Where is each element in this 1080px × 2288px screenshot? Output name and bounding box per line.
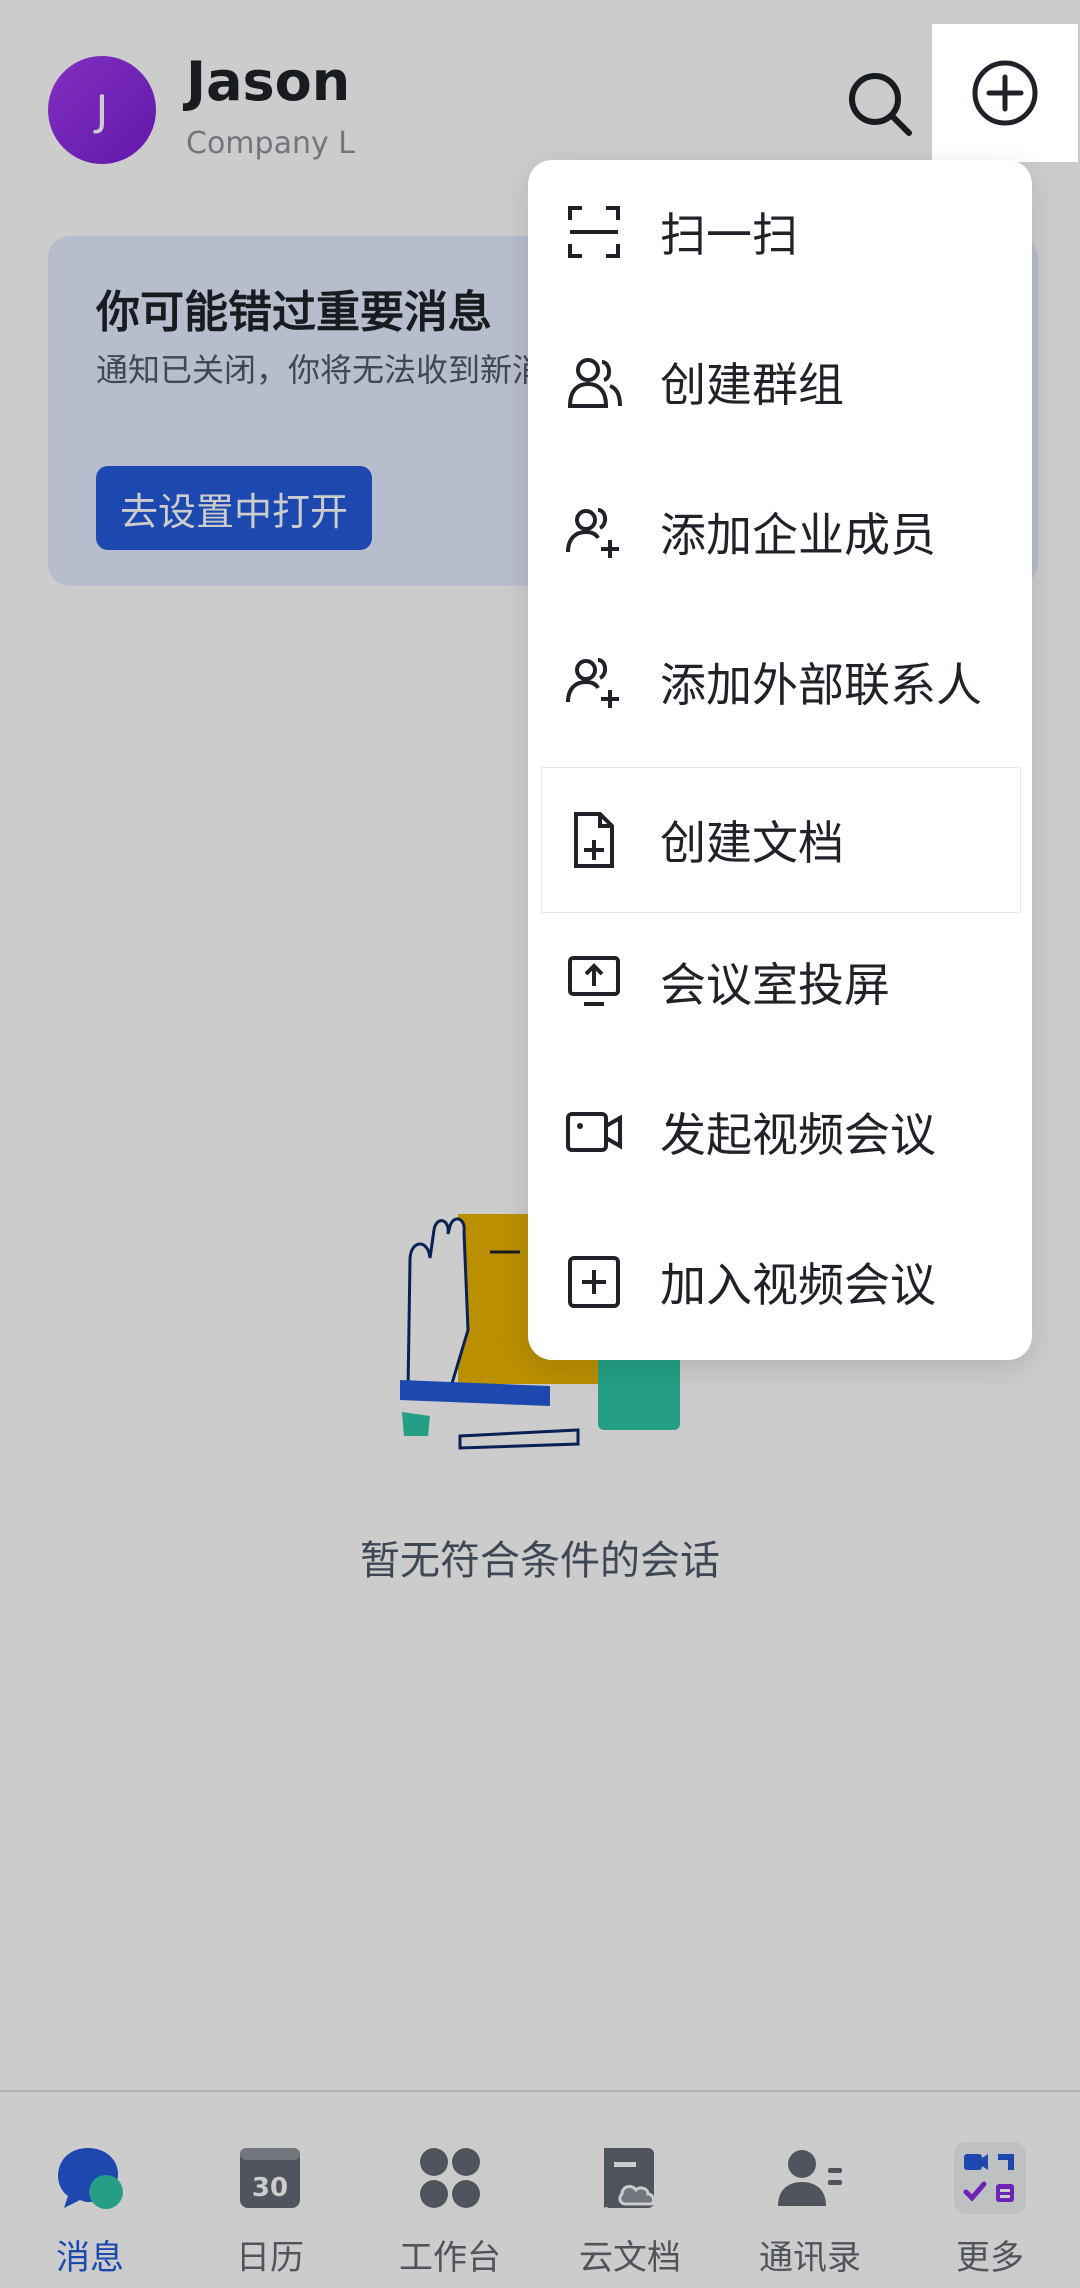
menu-item-label: 添加企业成员	[660, 508, 936, 562]
menu-item-scan[interactable]: 扫一扫	[528, 160, 1032, 304]
menu-item-add-members[interactable]: 添加企业成员	[528, 460, 1032, 604]
join-meeting-icon	[568, 1256, 620, 1308]
menu-item-label: 扫一扫	[660, 208, 798, 262]
group-icon	[567, 358, 622, 408]
messages-page: J Jason Company L 你可能错过重要消息 通知已关闭，你将无法收到…	[0, 0, 1080, 2288]
menu-item-create-document[interactable]: 创建文档	[542, 768, 1020, 912]
menu-item-start-video-meeting[interactable]: 发起视频会议	[528, 1060, 1032, 1204]
menu-item-label: 会议室投屏	[660, 958, 890, 1012]
menu-item-label: 创建文档	[660, 816, 844, 870]
menu-item-join-video-meeting[interactable]: 加入视频会议	[528, 1210, 1032, 1354]
add-menu-button[interactable]	[932, 24, 1078, 162]
screen-share-icon	[568, 956, 620, 1006]
add-users-icon	[566, 508, 619, 558]
new-document-icon	[574, 812, 614, 868]
add-menu-popover: 扫一扫 创建群组 添加企业成员 添加外部联系人 创建文档 会议室投屏 发起视频会…	[528, 160, 1032, 1360]
menu-item-label: 发起视频会议	[660, 1108, 936, 1162]
menu-item-label: 加入视频会议	[660, 1258, 936, 1312]
menu-item-label: 添加外部联系人	[660, 658, 982, 712]
plus-circle-icon	[972, 60, 1038, 126]
menu-item-screen-cast[interactable]: 会议室投屏	[528, 910, 1032, 1054]
video-camera-icon	[566, 1112, 622, 1152]
scan-icon	[568, 206, 620, 258]
menu-item-label: 创建群组	[660, 358, 844, 412]
menu-item-add-external-contact[interactable]: 添加外部联系人	[528, 610, 1032, 754]
menu-item-create-group[interactable]: 创建群组	[528, 310, 1032, 454]
add-external-contact-icon	[566, 658, 619, 708]
